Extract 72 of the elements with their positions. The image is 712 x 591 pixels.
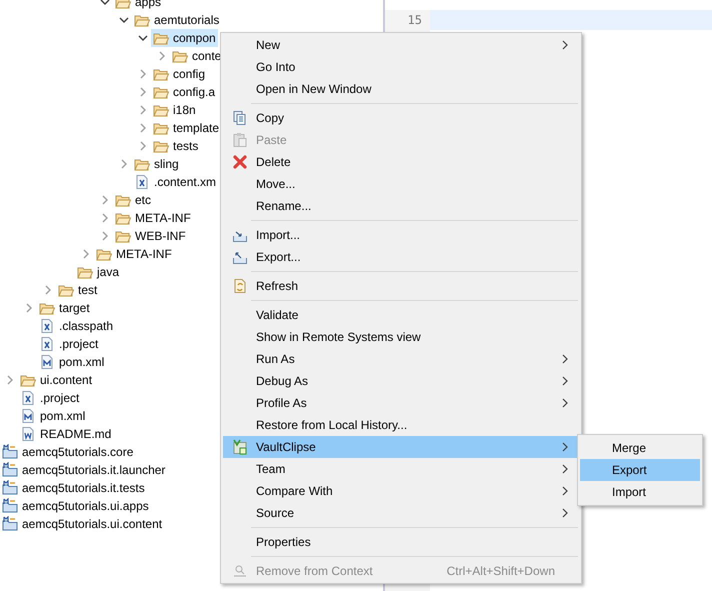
xml-file-icon bbox=[39, 336, 55, 352]
line-number: 15 bbox=[408, 12, 422, 29]
menu-item[interactable]: New bbox=[223, 34, 579, 56]
tree-item[interactable]: WEB-INF bbox=[113, 227, 188, 245]
tree-item[interactable]: sling bbox=[132, 155, 181, 173]
tree-item[interactable]: README.md bbox=[18, 425, 114, 443]
tree-item[interactable]: .classpath bbox=[37, 317, 116, 335]
menu-item[interactable]: VaultClipse bbox=[223, 436, 579, 458]
tree-item[interactable]: META-INF bbox=[94, 245, 174, 263]
project-icon bbox=[2, 498, 18, 514]
menu-item[interactable]: Import... bbox=[223, 224, 579, 246]
tree-item[interactable]: etc bbox=[113, 191, 154, 209]
xml-file-icon bbox=[134, 174, 150, 190]
menu-item[interactable]: Merge bbox=[580, 437, 700, 459]
menu-item[interactable]: Properties bbox=[223, 531, 579, 553]
tree-item[interactable]: aemcq5tutorials.core bbox=[1, 443, 134, 461]
tree-item[interactable]: test bbox=[56, 281, 100, 299]
maven-file-icon bbox=[39, 354, 55, 370]
tree-item[interactable]: .project bbox=[37, 335, 100, 353]
menu-item[interactable]: Restore from Local History... bbox=[223, 414, 579, 436]
menu-item[interactable]: Source bbox=[223, 502, 579, 524]
tree-item[interactable]: i18n bbox=[151, 101, 198, 119]
menu-item[interactable]: Profile As bbox=[223, 392, 579, 414]
menu-item[interactable]: Refresh bbox=[223, 275, 579, 297]
tree-item[interactable]: META-INF bbox=[113, 209, 193, 227]
menu-item[interactable]: Rename... bbox=[223, 195, 579, 217]
tree-item[interactable]: aemcq5tutorials.ui.content bbox=[1, 515, 164, 533]
menu-item[interactable]: Go Into bbox=[223, 56, 579, 78]
clipboard-icon bbox=[232, 132, 248, 148]
tree-item[interactable]: .project bbox=[18, 389, 82, 407]
menu-item[interactable]: Run As bbox=[223, 348, 579, 370]
menu-item[interactable]: Validate bbox=[223, 304, 579, 326]
tree-item[interactable]: aemtutorials bbox=[132, 11, 222, 29]
tree-item[interactable]: template bbox=[151, 119, 222, 137]
project-icon bbox=[2, 462, 18, 478]
tree-item[interactable]: config bbox=[151, 65, 208, 83]
document-icon bbox=[20, 426, 36, 442]
delete-icon bbox=[232, 154, 248, 170]
menu-item[interactable]: Delete bbox=[223, 151, 579, 173]
menu-item[interactable]: Show in Remote Systems view bbox=[223, 326, 579, 348]
menu-item[interactable]: Copy bbox=[223, 107, 579, 129]
maven-file-icon bbox=[20, 408, 36, 424]
vault-icon bbox=[232, 439, 248, 455]
project-icon bbox=[2, 480, 18, 496]
tree-item[interactable]: aemcq5tutorials.ui.apps bbox=[1, 497, 150, 515]
xml-file-icon bbox=[39, 318, 55, 334]
tree-item[interactable]: ui.content bbox=[18, 371, 94, 389]
menu-item[interactable]: Debug As bbox=[223, 370, 579, 392]
refresh-icon bbox=[232, 278, 248, 294]
project-icon bbox=[2, 444, 18, 460]
project-icon bbox=[2, 516, 18, 532]
tree-item[interactable]: aemcq5tutorials.it.launcher bbox=[1, 461, 166, 479]
tree-item[interactable]: config.a bbox=[151, 83, 218, 101]
tree-item[interactable]: tests bbox=[151, 137, 200, 155]
menu-item[interactable]: Export... bbox=[223, 246, 579, 268]
menu-item[interactable]: Import bbox=[580, 481, 700, 503]
tree-item[interactable]: aemcq5tutorials.it.tests bbox=[1, 479, 146, 497]
menu-item[interactable]: Export bbox=[580, 459, 700, 481]
menu-item[interactable]: Compare With bbox=[223, 480, 579, 502]
tree-item[interactable]: target bbox=[37, 299, 92, 317]
tree-item[interactable]: pom.xml bbox=[18, 407, 88, 425]
tree-item[interactable]: compon bbox=[151, 29, 218, 47]
menu-item[interactable]: Move... bbox=[223, 173, 579, 195]
tree-item[interactable]: pom.xml bbox=[37, 353, 106, 371]
menu-item[interactable]: Open in New Window bbox=[223, 78, 579, 100]
tree-item[interactable]: .content.xm bbox=[132, 173, 218, 191]
context-icon bbox=[232, 563, 248, 579]
tree-item[interactable]: conte bbox=[170, 47, 224, 65]
copy-icon bbox=[232, 110, 248, 126]
tree-item[interactable]: java bbox=[75, 263, 122, 281]
xml-file-icon bbox=[20, 390, 36, 406]
menu-item[interactable]: Team bbox=[223, 458, 579, 480]
